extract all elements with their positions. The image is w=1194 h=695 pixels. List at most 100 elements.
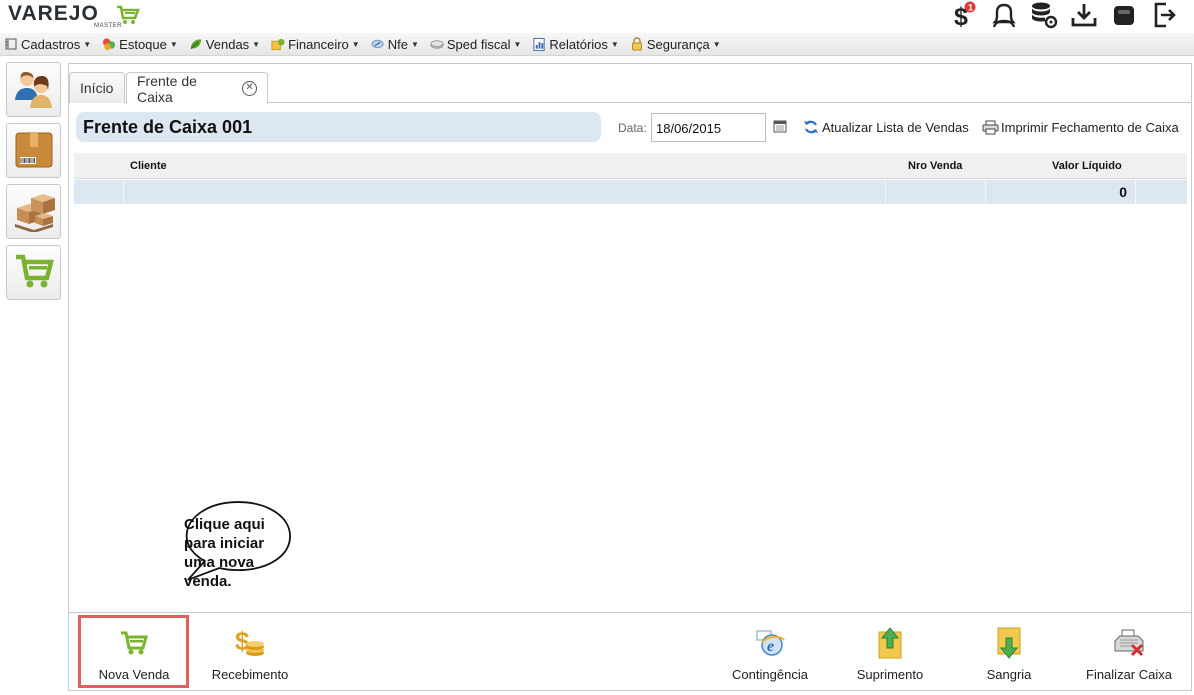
page-title-text: Frente de Caixa 001: [83, 116, 253, 137]
clientes-icon: [12, 66, 56, 113]
column-header-nro-venda[interactable]: Nro Venda: [908, 160, 962, 172]
date-label: Data:: [618, 121, 647, 135]
menu-vendas[interactable]: Vendas ▼: [189, 33, 265, 56]
money-bag-icon: $: [232, 625, 268, 661]
menu-relatorios[interactable]: Relatórios ▼: [532, 33, 623, 56]
logo-cart-icon: [116, 5, 140, 28]
chevron-down-icon: ▼: [410, 39, 419, 49]
app-logo: VAREJO MASTER: [8, 2, 140, 29]
printer-icon[interactable]: [1104, 0, 1144, 30]
menu-financeiro[interactable]: Financeiro ▼: [271, 33, 365, 56]
chevron-down-icon: ▼: [252, 39, 261, 49]
nova-venda-label: Nova Venda: [98, 667, 170, 682]
chevron-down-icon: ▼: [712, 39, 721, 49]
notification-badge: 1: [968, 3, 973, 13]
refresh-icon: [802, 119, 820, 135]
print-closing-link[interactable]: Imprimir Fechamento de Caixa: [981, 119, 1179, 135]
main-menu-bar: Cadastros ▼ Estoque ▼ Vendas ▼ Financeiro ▼ …: [0, 33, 1194, 56]
tab-inicio[interactable]: Início: [69, 72, 125, 103]
column-header-cliente[interactable]: Cliente: [130, 160, 167, 172]
logout-icon[interactable]: [1144, 0, 1184, 30]
column-header-valor-liquido[interactable]: Valor Líquido: [1052, 160, 1122, 172]
cell-cliente: [124, 180, 886, 204]
recebimento-button[interactable]: $ Recebimento: [205, 617, 295, 689]
tab-label: Início: [80, 80, 114, 96]
sidebar-button-vendas[interactable]: [6, 245, 61, 300]
logo-text: VAREJO: [8, 2, 99, 25]
cell-nro-venda: [886, 180, 986, 204]
callout-line: Clique aqui: [184, 516, 265, 533]
menu-label: Cadastros: [21, 36, 81, 52]
cell-valor-liquido: [986, 180, 1136, 204]
sidebar-button-produtos[interactable]: [6, 123, 61, 178]
suprimento-button[interactable]: Suprimento: [845, 617, 935, 689]
cash-register-close-icon: [1111, 625, 1147, 661]
menu-cadastros[interactable]: Cadastros ▼: [4, 33, 96, 56]
sidebar-button-clientes[interactable]: [6, 62, 61, 117]
svg-text:e: e: [767, 638, 774, 655]
relatorios-icon: [532, 37, 546, 51]
vendas-icon: [189, 37, 203, 51]
dollar-notification-icon[interactable]: $ 1: [944, 0, 984, 30]
refresh-sales-link[interactable]: Atualizar Lista de Vendas: [802, 119, 969, 135]
menu-label: Vendas: [205, 36, 250, 52]
chevron-down-icon: ▼: [169, 39, 178, 49]
suprimento-icon: [872, 625, 908, 661]
top-header: VAREJO MASTER $ 1: [0, 0, 1194, 33]
finalizar-caixa-label: Finalizar Caixa: [1086, 667, 1172, 682]
sangria-button[interactable]: Sangria: [964, 617, 1054, 689]
estoque-icon: [102, 37, 116, 51]
seguranca-icon: [630, 37, 644, 51]
callout-line: uma nova: [184, 554, 255, 571]
nova-venda-button[interactable]: Nova Venda: [89, 617, 179, 689]
menu-label: Segurança: [646, 36, 710, 52]
date-value: 18/06/2015: [656, 121, 722, 136]
menu-seguranca[interactable]: Segurança ▼: [630, 33, 726, 56]
menu-label: Estoque: [119, 36, 167, 52]
chevron-down-icon: ▼: [83, 39, 92, 49]
estoque-boxes-icon: [11, 188, 57, 235]
chevron-down-icon: ▼: [351, 39, 360, 49]
produtos-box-icon: [12, 127, 56, 174]
database-settings-icon[interactable]: [1024, 0, 1064, 30]
print-label: Imprimir Fechamento de Caixa: [1001, 119, 1179, 135]
menu-estoque[interactable]: Estoque ▼: [102, 33, 183, 56]
menu-label: Financeiro: [288, 36, 349, 52]
tab-frente-de-caixa[interactable]: Frente de Caixa ✕: [126, 72, 268, 105]
financeiro-icon: [271, 37, 285, 51]
chevron-down-icon: ▼: [610, 39, 619, 49]
menu-label: Relatórios: [549, 36, 608, 52]
contingencia-icon: e: [752, 625, 788, 661]
sangria-label: Sangria: [986, 667, 1032, 682]
suprimento-label: Suprimento: [856, 667, 924, 682]
page-title: Frente de Caixa 001: [76, 112, 601, 142]
table-row[interactable]: 0: [74, 180, 1187, 204]
download-icon[interactable]: [1064, 0, 1104, 30]
finalizar-caixa-button[interactable]: Finalizar Caixa: [1079, 617, 1179, 689]
support-agent-icon[interactable]: [984, 0, 1024, 30]
chevron-down-icon: ▼: [513, 39, 522, 49]
print-icon: [981, 119, 999, 135]
close-icon[interactable]: ✕: [242, 81, 257, 96]
calendar-icon[interactable]: [773, 119, 787, 136]
callout-text: Clique aqui para iniciar uma nova venda.: [184, 515, 294, 591]
contingencia-label: Contingência: [732, 667, 808, 682]
tab-bar: Início Frente de Caixa ✕: [69, 64, 1191, 105]
cadastros-icon: [4, 37, 18, 51]
menu-nfe[interactable]: Nfe ▼: [371, 33, 424, 56]
menu-label: Sped fiscal: [446, 36, 511, 52]
menu-label: Nfe: [387, 36, 408, 52]
sidebar-button-estoque[interactable]: [6, 184, 61, 239]
bottom-toolbar: Nova Venda $ Recebimento e Contingência …: [69, 612, 1191, 690]
callout-line: para iniciar: [184, 535, 265, 552]
sangria-icon: [991, 625, 1027, 661]
sped-icon: [430, 37, 444, 51]
nfe-icon: [371, 37, 385, 51]
valor-liquido-value: 0: [1119, 184, 1127, 200]
menu-sped-fiscal[interactable]: Sped fiscal ▼: [430, 33, 527, 56]
recebimento-label: Recebimento: [211, 667, 289, 682]
contingencia-button[interactable]: e Contingência: [725, 617, 815, 689]
callout-line: venda.: [184, 573, 232, 590]
refresh-label: Atualizar Lista de Vendas: [822, 119, 969, 135]
date-field[interactable]: 18/06/2015: [651, 113, 766, 142]
